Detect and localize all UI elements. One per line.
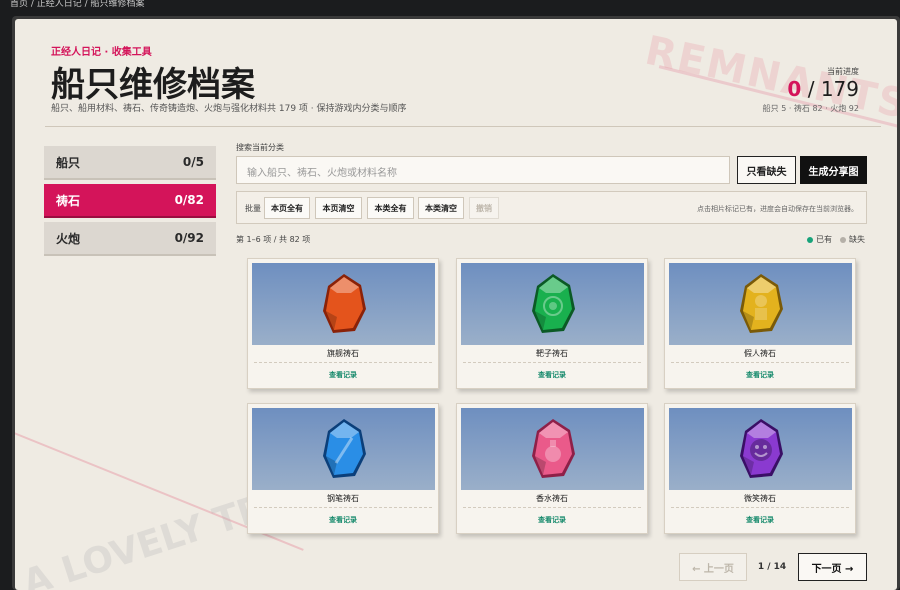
view-record-link[interactable]: 查看记录 <box>248 515 438 525</box>
batch-page-all-button[interactable]: 本页全有 <box>264 197 310 219</box>
item-card[interactable]: 旗舰祷石 查看记录 <box>247 258 439 389</box>
missing-only-button[interactable]: 只看缺失 <box>737 156 796 184</box>
item-card[interactable]: 假人祷石 查看记录 <box>664 258 856 389</box>
progress-done: 0 <box>787 77 802 101</box>
progress-sep: / <box>807 77 815 101</box>
card-divider <box>671 362 849 363</box>
batch-category-clear-button[interactable]: 本类清空 <box>418 197 464 219</box>
item-name: 钢笔祷石 <box>327 494 359 503</box>
eyebrow: 正经人日记 · 收集工具 <box>51 47 152 58</box>
sidebar-item-label: 祷石 <box>56 193 81 208</box>
legend: 已有 缺失 <box>807 234 865 245</box>
card-divider <box>671 507 849 508</box>
progress-label: 当前进度 <box>827 67 859 76</box>
item-photo <box>461 408 644 490</box>
sidebar-item-prayer-stones[interactable]: 祷石 0/82 <box>44 184 216 216</box>
plain-gem-icon <box>323 274 366 333</box>
legend-have: 已有 <box>807 234 832 245</box>
dot-icon <box>840 236 846 243</box>
share-image-button[interactable]: 生成分享图 <box>800 156 867 184</box>
item-card[interactable]: 钢笔祷石 查看记录 <box>247 403 439 534</box>
item-name: 香水祷石 <box>536 494 568 503</box>
sidebar-item-ships[interactable]: 船只 0/5 <box>44 146 216 178</box>
result-count: 第 1–6 项 / 共 82 项 <box>236 235 311 244</box>
view-record-link[interactable]: 查看记录 <box>248 370 438 380</box>
card-divider <box>254 362 432 363</box>
batch-category-all-button[interactable]: 本类全有 <box>367 197 414 219</box>
sidebar-item-cannons[interactable]: 火炮 0/92 <box>44 222 216 254</box>
item-name: 微笑祷石 <box>744 494 776 503</box>
item-photo <box>461 263 644 345</box>
view-record-link[interactable]: 查看记录 <box>457 370 647 380</box>
dummy-gem-icon <box>740 274 783 333</box>
undo-button[interactable]: 撤销 <box>469 197 499 219</box>
view-record-link[interactable]: 查看记录 <box>457 515 647 525</box>
batch-label: 批量 <box>245 204 261 213</box>
sidebar-item-count: 0/92 <box>174 231 204 245</box>
page-panel: REMNANTS A LOVELY TRIP? 正经人日记 · 收集工具 船只维… <box>15 19 897 590</box>
breadcrumb: 首页 / 正经人日记 / 船只维修档案 <box>10 0 145 9</box>
sidebar-item-label: 火炮 <box>56 231 81 246</box>
progress-breakdown: 船只 5 · 祷石 82 · 火炮 92 <box>762 104 859 113</box>
item-name: 假人祷石 <box>744 349 776 358</box>
batch-toolbar: 批量 本页全有 本页清空 本类全有 本类清空 撤销 点击相片标记已有，进度会自动… <box>236 191 867 224</box>
progress-total: 179 <box>820 77 859 101</box>
item-card[interactable]: 靶子祷石 查看记录 <box>456 258 648 389</box>
progress-counter: 0 / 179 <box>787 77 859 101</box>
card-divider <box>254 507 432 508</box>
item-card[interactable]: 香水祷石 查看记录 <box>456 403 648 534</box>
header-divider <box>45 126 881 127</box>
app-frame: REMNANTS A LOVELY TRIP? 正经人日记 · 收集工具 船只维… <box>12 16 900 590</box>
card-divider <box>463 362 641 363</box>
legend-missing: 缺失 <box>840 234 865 245</box>
view-record-link[interactable]: 查看记录 <box>665 515 855 525</box>
next-page-button[interactable]: 下一页 → <box>798 553 867 581</box>
item-name: 靶子祷石 <box>536 349 568 358</box>
batch-hint: 点击相片标记已有，进度会自动保存在当前浏览器。 <box>697 205 858 213</box>
item-photo <box>252 263 435 345</box>
item-photo <box>252 408 435 490</box>
page-subtitle: 船只、船用材料、祷石、传奇铸造炮、火炮与强化材料共 179 项 · 保持游戏内分… <box>51 104 407 114</box>
search-input[interactable]: 输入船只、祷石、火炮或材料名称 <box>236 156 730 184</box>
search-label: 搜索当前分类 <box>236 143 284 152</box>
page-title: 船只维修档案 <box>51 65 255 105</box>
item-photo <box>669 408 852 490</box>
sidebar-item-label: 船只 <box>56 155 81 170</box>
page-indicator: 1 / 14 <box>757 562 787 572</box>
card-divider <box>463 507 641 508</box>
item-photo <box>669 263 852 345</box>
sidebar-item-count: 0/82 <box>174 193 204 207</box>
pen-gem-icon <box>323 419 366 478</box>
legend-have-label: 已有 <box>816 235 832 244</box>
smile-gem-icon <box>740 419 783 478</box>
dot-icon <box>807 236 813 243</box>
perfume-gem-icon <box>532 419 575 478</box>
batch-page-clear-button[interactable]: 本页清空 <box>315 197 362 219</box>
sidebar-item-count: 0/5 <box>182 155 204 169</box>
category-sidebar: 船只 0/5 祷石 0/82 火炮 0/92 <box>44 146 216 260</box>
prev-page-button[interactable]: ← 上一页 <box>679 553 747 581</box>
item-name: 旗舰祷石 <box>327 349 359 358</box>
view-record-link[interactable]: 查看记录 <box>665 370 855 380</box>
legend-missing-label: 缺失 <box>849 235 865 244</box>
target-gem-icon <box>532 274 575 333</box>
item-card[interactable]: 微笑祷石 查看记录 <box>664 403 856 534</box>
